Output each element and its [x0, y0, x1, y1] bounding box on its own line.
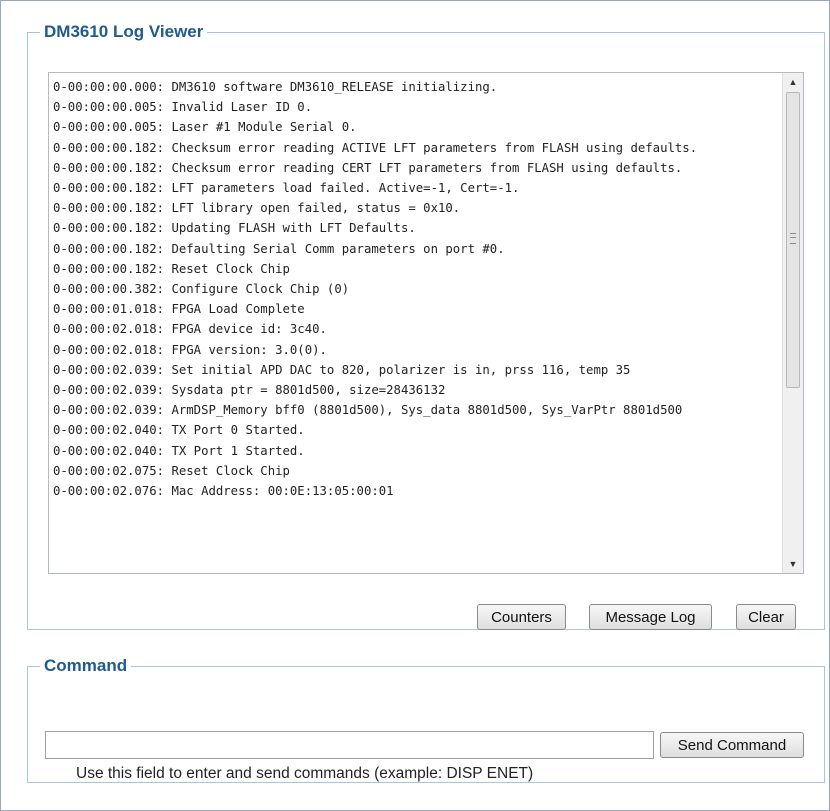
log-line: 0-00:00:00.182: Defaulting Serial Comm p…	[53, 241, 505, 256]
scrollbar-grip-icon	[790, 233, 796, 244]
log-viewer-title: DM3610 Log Viewer	[44, 22, 204, 41]
log-line: 0-00:00:02.039: ArmDSP_Memory bff0 (8801…	[53, 403, 683, 418]
log-output-area[interactable]: 0-00:00:00.000: DM3610 software DM3610_R…	[48, 72, 804, 574]
log-line: 0-00:00:00.000: DM3610 software DM3610_R…	[53, 80, 498, 94]
log-lines: 0-00:00:00.000: DM3610 software DM3610_R…	[53, 77, 779, 573]
scroll-down-icon[interactable]: ▼	[783, 555, 803, 573]
command-input[interactable]	[45, 731, 654, 759]
log-line: 0-00:00:02.075: Reset Clock Chip	[53, 463, 290, 478]
counters-button[interactable]: Counters	[477, 604, 566, 630]
log-viewer-panel: DM3610 Log Viewer 0-00:00:00.000: DM3610…	[27, 22, 825, 630]
send-command-button[interactable]: Send Command	[660, 732, 804, 758]
scroll-up-icon[interactable]: ▲	[783, 73, 803, 91]
log-line: 0-00:00:00.005: Invalid Laser ID 0.	[53, 100, 313, 115]
command-hint: Use this field to enter and send command…	[76, 765, 534, 782]
log-line: 0-00:00:00.182: Checksum error reading A…	[53, 140, 698, 155]
log-line: 0-00:00:02.039: Sysdata ptr = 8801d500, …	[53, 383, 446, 398]
log-line: 0-00:00:00.382: Configure Clock Chip (0)	[53, 282, 350, 297]
clear-button[interactable]: Clear	[736, 604, 796, 630]
log-line: 0-00:00:00.182: LFT library open failed,…	[53, 201, 461, 216]
log-line: 0-00:00:02.040: TX Port 1 Started.	[53, 443, 305, 458]
log-line: 0-00:00:02.040: TX Port 0 Started.	[53, 423, 305, 438]
log-scrollbar[interactable]: ▲ ▼	[782, 73, 803, 573]
command-title: Command	[44, 656, 128, 675]
scrollbar-thumb[interactable]	[786, 92, 800, 388]
log-line: 0-00:00:02.018: FPGA version: 3.0(0).	[53, 342, 327, 357]
log-line: 0-00:00:01.018: FPGA Load Complete	[53, 302, 305, 317]
log-line: 0-00:00:00.182: Checksum error reading C…	[53, 160, 683, 175]
log-line: 0-00:00:00.182: LFT parameters load fail…	[53, 181, 520, 196]
command-panel: Command Send Command Use this field to e…	[27, 656, 825, 783]
log-line: 0-00:00:00.182: Updating FLASH with LFT …	[53, 221, 416, 236]
message-log-button[interactable]: Message Log	[589, 604, 712, 630]
log-line: 0-00:00:00.005: Laser #1 Module Serial 0…	[53, 120, 357, 135]
log-line: 0-00:00:02.018: FPGA device id: 3c40.	[53, 322, 327, 337]
log-line: 0-00:00:02.076: Mac Address: 00:0E:13:05…	[53, 484, 394, 499]
log-line: 0-00:00:00.182: Reset Clock Chip	[53, 261, 290, 276]
log-line: 0-00:00:02.039: Set initial APD DAC to 8…	[53, 362, 631, 377]
